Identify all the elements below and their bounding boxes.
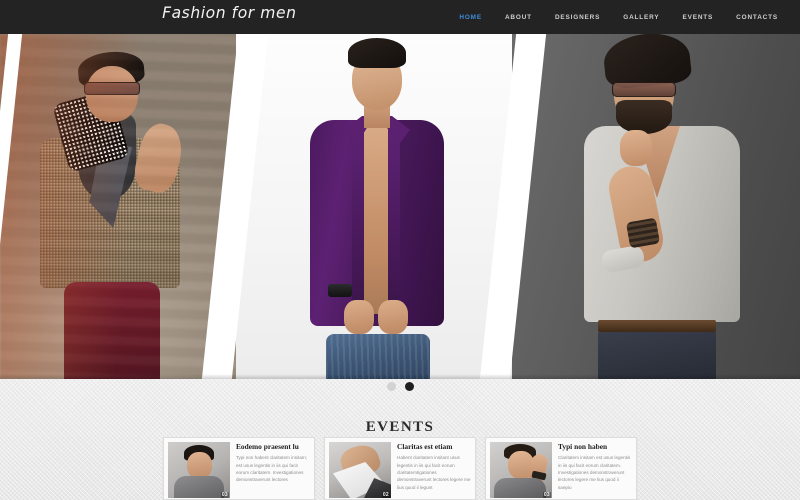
nav-item-contacts[interactable]: CONTACTS <box>736 14 778 21</box>
event-card-body: Typi non haben Claritatem insitam est us… <box>558 442 632 495</box>
event-thumb-number: 03 <box>220 492 229 498</box>
slider-pagination <box>0 382 800 391</box>
event-card-text: Habent claritatem insitant usus legentis… <box>397 455 471 490</box>
hero-slider[interactable] <box>0 34 800 379</box>
event-card-text: Typi non habent claritatem insitam; est … <box>236 455 307 483</box>
hero-slide-3[interactable] <box>512 34 800 379</box>
events-card-list: 03 Eodemo praesent lu Typi non habent cl… <box>163 437 637 500</box>
event-card[interactable]: 02 Claritas est etiam Habent claritatem … <box>324 437 476 500</box>
slider-dot-2[interactable] <box>404 382 414 391</box>
event-card[interactable]: 03 Typi non haben Claritatem insitam est… <box>485 437 637 500</box>
model-figure-1 <box>34 46 188 379</box>
model-figure-2 <box>288 38 464 379</box>
nav-item-events[interactable]: EVENTS <box>683 14 714 21</box>
nav-item-about[interactable]: ABOUT <box>505 14 532 21</box>
hero-image-3 <box>512 34 800 379</box>
hero-slide-2[interactable] <box>236 34 512 379</box>
event-thumbnail: 02 <box>329 442 391 498</box>
event-card-text: Claritatem insitam est usus legentis in … <box>558 455 631 490</box>
site-logo[interactable]: Fashion for men <box>162 3 296 22</box>
nav-item-designers[interactable]: DESIGNERS <box>555 14 600 21</box>
event-card-title[interactable]: Typi non haben <box>558 443 632 451</box>
main-navigation: HOME ABOUT DESIGNERS GALLERY EVENTS CONT… <box>459 0 778 34</box>
event-thumb-number: 03 <box>542 492 551 498</box>
event-thumb-number: 02 <box>381 492 390 498</box>
hero-slide-1[interactable] <box>0 34 236 379</box>
event-card-body: Claritas est etiam Habent claritatem ins… <box>397 442 471 495</box>
event-thumbnail: 03 <box>490 442 552 498</box>
event-card[interactable]: 03 Eodemo praesent lu Typi non habent cl… <box>163 437 315 500</box>
nav-item-gallery[interactable]: GALLERY <box>623 14 659 21</box>
site-header: Fashion for men HOME ABOUT DESIGNERS GAL… <box>0 0 800 34</box>
hero-image-2 <box>236 34 512 379</box>
event-thumbnail: 03 <box>168 442 230 498</box>
events-title: EVENTS <box>365 419 435 435</box>
slider-dot-1[interactable] <box>386 382 396 391</box>
event-card-title[interactable]: Claritas est etiam <box>397 443 471 451</box>
events-section: EVENTS 03 Eodemo praesent lu Typi non ha… <box>0 379 800 500</box>
hero-image-1 <box>0 34 236 379</box>
nav-item-home[interactable]: HOME <box>459 14 482 21</box>
model-figure-3 <box>556 34 762 379</box>
event-card-title[interactable]: Eodemo praesent lu <box>236 443 310 451</box>
event-card-body: Eodemo praesent lu Typi non habent clari… <box>236 442 310 495</box>
